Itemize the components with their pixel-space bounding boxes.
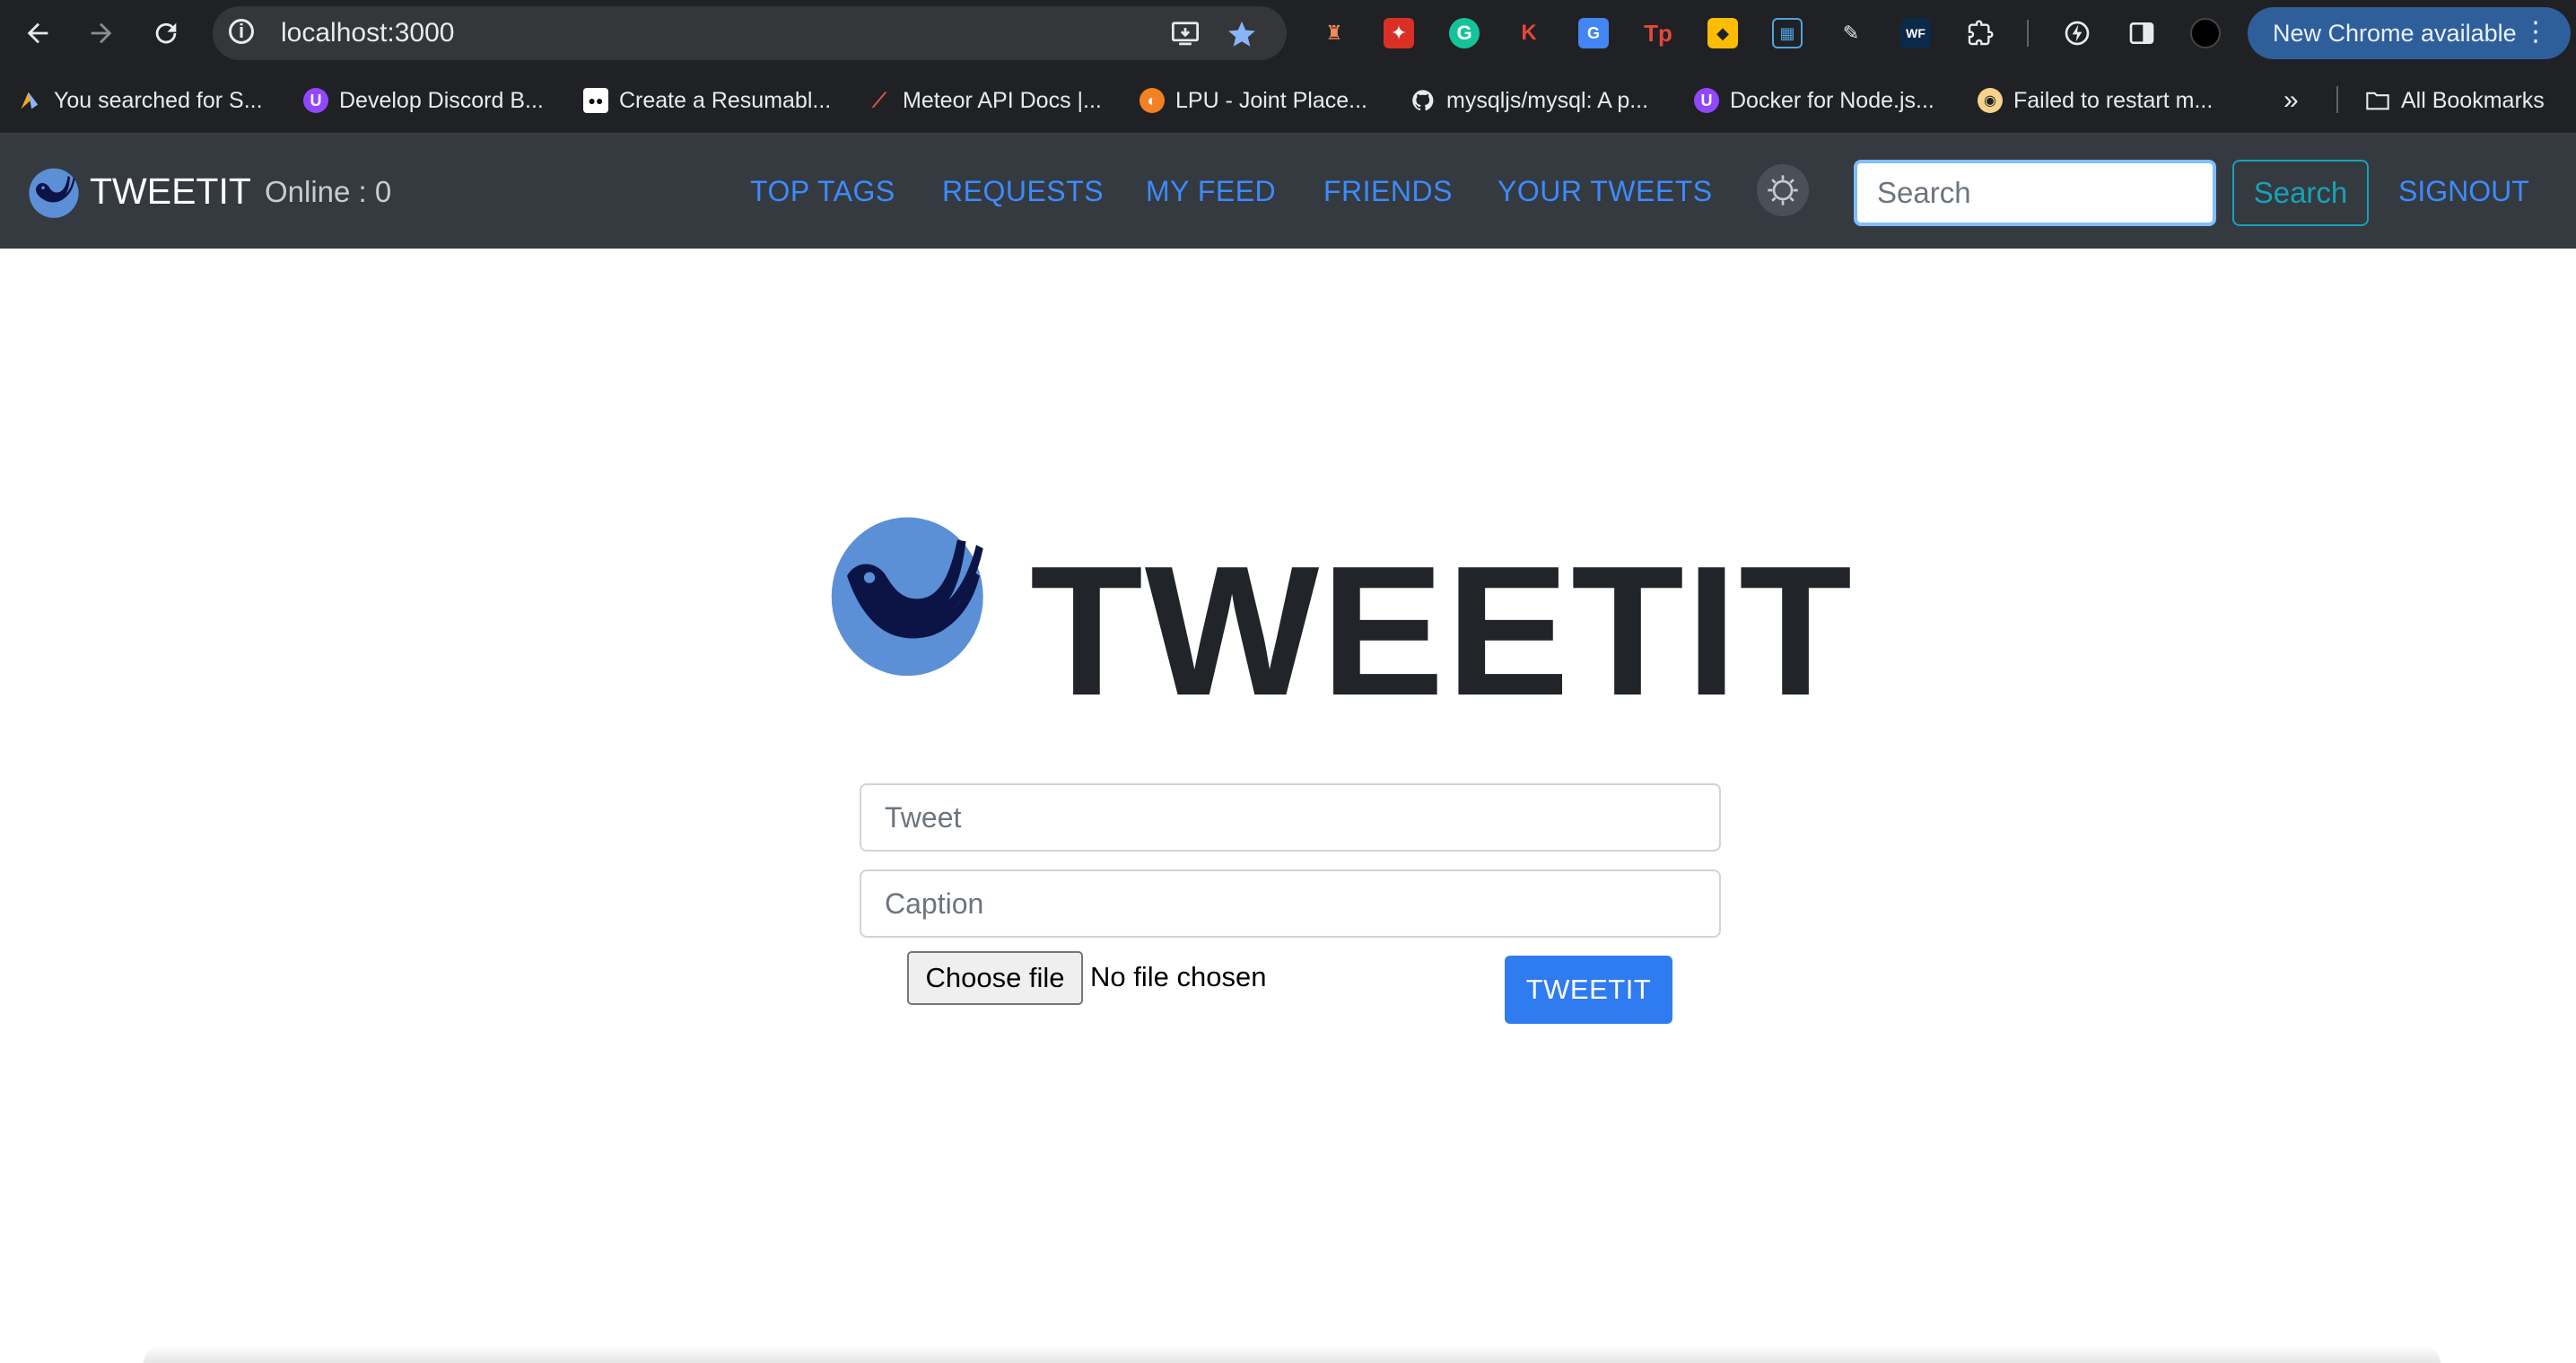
bookmark-favicon-icon: [18, 88, 43, 113]
install-app-icon[interactable]: [1170, 19, 1201, 49]
extension-grammarly-icon[interactable]: G: [1449, 18, 1480, 48]
hero-logo-icon: [826, 507, 999, 679]
extension-calendar-icon[interactable]: ▦: [1772, 18, 1803, 48]
ghost-icon: ◉: [1978, 88, 2003, 113]
extension-yellow-icon[interactable]: ◆: [1707, 18, 1738, 48]
more-menu-icon[interactable]: ⋮: [2522, 16, 2549, 48]
url-text: localhost:3000: [281, 18, 455, 48]
search-button[interactable]: Search: [2232, 160, 2369, 226]
bookmark-item[interactable]: U Docker for Node.js...: [1694, 83, 1934, 118]
theme-toggle-icon[interactable]: [1757, 164, 1809, 216]
new-chrome-label: New Chrome available: [2273, 19, 2517, 47]
bookmark-item[interactable]: You searched for S...: [18, 83, 263, 118]
tweetit-submit-button[interactable]: TWEETIT: [1505, 956, 1672, 1024]
extension-wrench-icon[interactable]: ✎: [1836, 18, 1866, 48]
toolbar-divider: [2027, 20, 2029, 47]
medium-icon: ●●: [583, 88, 608, 113]
extension-translate-icon[interactable]: G: [1578, 18, 1609, 48]
side-panel-icon[interactable]: [2126, 18, 2157, 48]
site-info-icon[interactable]: i: [229, 19, 254, 44]
all-bookmarks-button[interactable]: All Bookmarks: [2365, 83, 2545, 118]
extensions-puzzle-icon[interactable]: [1965, 18, 1995, 48]
nav-link-top-tags[interactable]: TOP TAGS: [750, 175, 895, 208]
more-bookmarks-chevron-icon[interactable]: »: [2283, 83, 2299, 118]
bookmark-item[interactable]: ●● Create a Resumabl...: [583, 83, 831, 118]
extension-wf-icon[interactable]: WF: [1900, 18, 1931, 48]
github-icon: [1410, 88, 1436, 113]
search-input[interactable]: [1854, 160, 2216, 226]
bookmark-star-icon[interactable]: [1227, 19, 1257, 49]
bookmark-item[interactable]: mysqljs/mysql: A p...: [1410, 83, 1648, 118]
new-chrome-available-button[interactable]: New Chrome available ⋮: [2248, 7, 2571, 59]
tweet-input[interactable]: [860, 783, 1721, 852]
performance-icon[interactable]: [2062, 18, 2092, 48]
bookmark-item[interactable]: ◉ Failed to restart m...: [1978, 83, 2213, 118]
online-count: Online : 0: [265, 175, 392, 208]
nav-link-friends[interactable]: FRIENDS: [1323, 175, 1453, 208]
purple-favicon-icon: U: [303, 88, 328, 113]
bottom-shadow: [144, 1346, 2441, 1363]
file-status-text: No file chosen: [1090, 961, 1267, 992]
bookmark-item[interactable]: U Develop Discord B...: [303, 83, 544, 118]
choose-file-button[interactable]: Choose file: [907, 951, 1083, 1005]
bookmarks-divider: [2336, 86, 2338, 113]
meteor-icon: ⟋: [872, 89, 886, 111]
signout-link[interactable]: SIGNOUT: [2398, 175, 2529, 208]
extension-k-icon[interactable]: K: [1514, 18, 1544, 48]
nav-link-requests[interactable]: REQUESTS: [942, 175, 1104, 208]
back-arrow-icon[interactable]: [11, 0, 65, 66]
bookmarks-bar: You searched for S... U Develop Discord B…: [0, 66, 2576, 135]
reload-icon[interactable]: [139, 0, 193, 66]
brand-name[interactable]: TWEETIT: [90, 170, 251, 213]
lpu-icon: ◐: [1140, 88, 1165, 113]
bookmark-item[interactable]: ◐ LPU - Joint Place...: [1140, 83, 1367, 118]
app-navbar: TWEETIT Online : 0 TOP TAGS REQUESTS MY …: [0, 135, 2576, 249]
brand-logo-icon[interactable]: [27, 165, 81, 219]
forward-arrow-icon[interactable]: [74, 0, 128, 66]
browser-toolbar: i localhost:3000 ♜ ✦ G K G Tp ◆ ▦ ✎ WF N…: [0, 0, 2576, 66]
folder-icon: [2365, 88, 2390, 113]
extension-red-icon[interactable]: ✦: [1384, 18, 1414, 48]
address-bar[interactable]: i localhost:3000: [213, 6, 1287, 60]
profile-avatar[interactable]: [2190, 18, 2221, 48]
page-title: TWEETIT: [1030, 528, 1854, 734]
extension-tp-icon[interactable]: Tp: [1643, 18, 1673, 48]
extension-chess-icon[interactable]: ♜: [1319, 18, 1349, 48]
caption-input[interactable]: [860, 869, 1721, 938]
nav-link-your-tweets[interactable]: YOUR TWEETS: [1498, 175, 1713, 208]
bookmark-item[interactable]: ⟋ Meteor API Docs |...: [867, 83, 1102, 118]
purple-favicon-icon: U: [1694, 88, 1719, 113]
nav-link-my-feed[interactable]: MY FEED: [1146, 175, 1276, 208]
